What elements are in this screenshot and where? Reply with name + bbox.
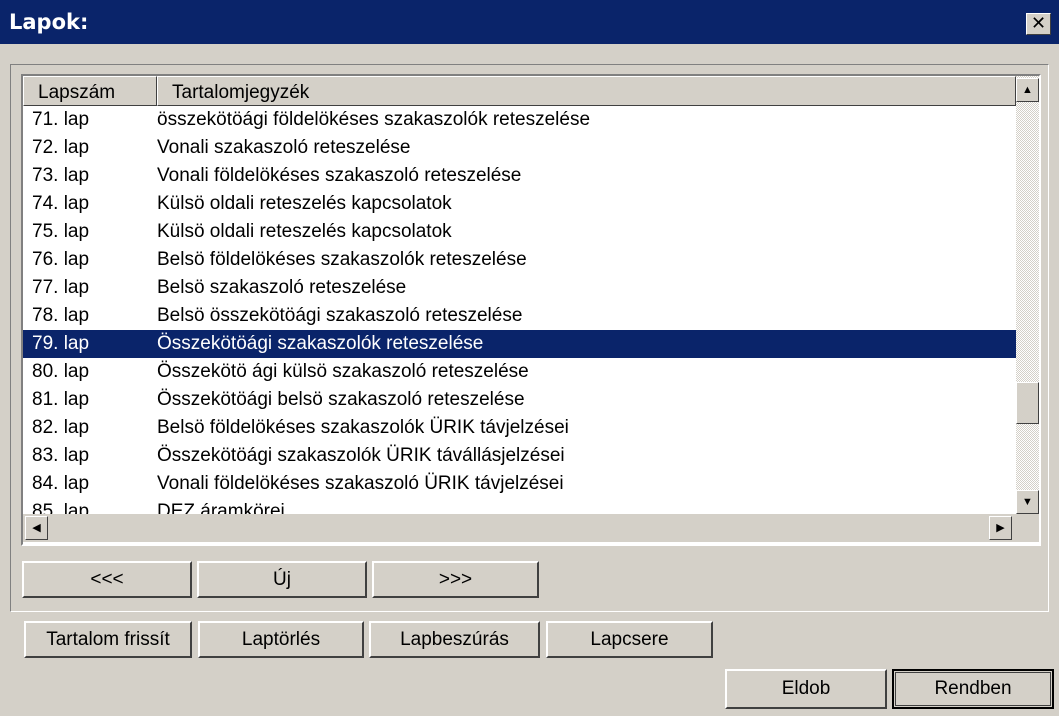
delete-page-button[interactable]: Laptörlés	[198, 621, 364, 658]
list-row[interactable]: 82. lap Belsö földelökéses szakaszolók ÜR…	[23, 414, 1016, 442]
row-content: Összekötöági belsö szakaszoló reteszelés…	[157, 389, 525, 410]
row-page-number: 83. lap	[32, 445, 90, 466]
row-content: Vonali földelökéses szakaszoló reteszelé…	[157, 165, 522, 186]
list-row[interactable]: 73. lap Vonali földelökéses szakaszoló re…	[23, 162, 1016, 190]
scroll-up-button[interactable]: ▲	[1016, 78, 1039, 102]
scroll-right-button[interactable]: ▶	[989, 516, 1012, 540]
row-content: Vonali szakaszoló reteszelése	[157, 137, 411, 158]
row-page-number: 74. lap	[32, 193, 90, 214]
list-row[interactable]: 74. lap Külsö oldali reteszelés kapcsolat…	[23, 190, 1016, 218]
row-page-number: 80. lap	[32, 361, 90, 382]
title-bar: Lapok: ✕	[0, 0, 1059, 44]
row-page-number: 77. lap	[32, 277, 90, 298]
scroll-down-button[interactable]: ▼	[1016, 490, 1039, 514]
list-row[interactable]: 81. lap Összekötöági belsö szakaszoló ret…	[23, 386, 1016, 414]
arrow-left-icon: ◀	[32, 522, 41, 534]
list-row[interactable]: 76. lap Belsö földelökéses szakaszolók re…	[23, 246, 1016, 274]
list-row[interactable]: 83. lap Összekötöági szakaszolók ÜRIK táv…	[23, 442, 1016, 470]
close-icon: ✕	[1030, 13, 1047, 33]
window-title: Lapok:	[9, 10, 89, 34]
next-button[interactable]: >>>	[372, 561, 539, 598]
row-page-number: 78. lap	[32, 305, 90, 326]
row-content: Külsö oldali reteszelés kapcsolatok	[157, 193, 452, 214]
list-rows: 71. lap összekötöági földelökéses szakasz…	[23, 106, 1016, 514]
prev-button[interactable]: <<<	[22, 561, 192, 598]
row-content: Belsö szakaszoló reteszelése	[157, 277, 407, 298]
row-page-number: 81. lap	[32, 389, 90, 410]
row-content: összekötöági földelökéses szakaszolók re…	[157, 109, 591, 130]
pages-list[interactable]: Lapszám Tartalomjegyzék 71. lap összekötö…	[21, 74, 1041, 546]
row-content: Belsö összekötöági szakaszoló reteszelés…	[157, 305, 523, 326]
row-page-number: 71. lap	[32, 109, 90, 130]
row-page-number: 82. lap	[32, 417, 90, 438]
horizontal-scrollbar[interactable]: ◀ ▶	[23, 514, 1016, 542]
scroll-thumb[interactable]	[1016, 382, 1039, 424]
row-content: Külsö oldali reteszelés kapcsolatok	[157, 221, 452, 242]
discard-button[interactable]: Eldob	[725, 669, 887, 709]
row-page-number: 72. lap	[32, 137, 90, 158]
row-content: Összekötö ági külsö szakaszoló reteszelé…	[157, 361, 529, 382]
insert-page-button[interactable]: Lapbeszúrás	[369, 621, 540, 658]
list-row[interactable]: 75. lap Külsö oldali reteszelés kapcsolat…	[23, 218, 1016, 246]
column-header-page-number[interactable]: Lapszám	[23, 76, 157, 106]
list-row[interactable]: 72. lap Vonali szakaszoló reteszelése	[23, 134, 1016, 162]
scroll-corner	[1016, 514, 1039, 542]
arrow-right-icon: ▶	[996, 522, 1005, 534]
refresh-contents-button[interactable]: Tartalom frissít	[24, 621, 192, 658]
list-row[interactable]: 71. lap összekötöági földelökéses szakasz…	[23, 106, 1016, 134]
arrow-down-icon: ▼	[1022, 496, 1033, 508]
swap-page-button[interactable]: Lapcsere	[546, 621, 713, 658]
row-page-number: 75. lap	[32, 221, 90, 242]
new-page-button[interactable]: Új	[197, 561, 367, 598]
row-page-number: 85. lap	[32, 501, 90, 514]
list-row[interactable]: 78. lap Belsö összekötöági szakaszoló ret…	[23, 302, 1016, 330]
list-header: Lapszám Tartalomjegyzék	[23, 76, 1016, 106]
row-page-number: 73. lap	[32, 165, 90, 186]
arrow-up-icon: ▲	[1022, 84, 1033, 96]
list-row[interactable]: 85. lap DEZ áramkörei	[23, 498, 1016, 514]
list-row[interactable]: 80. lap Összekötö ági külsö szakaszoló re…	[23, 358, 1016, 386]
row-content: DEZ áramkörei	[157, 501, 285, 514]
row-content: Belsö földelökéses szakaszolók ÜRIK távj…	[157, 417, 569, 438]
row-page-number: 84. lap	[32, 473, 90, 494]
ok-button[interactable]: Rendben	[892, 669, 1054, 709]
scroll-left-button[interactable]: ◀	[25, 516, 48, 540]
row-content: Vonali földelökéses szakaszoló ÜRIK távj…	[157, 473, 564, 494]
row-page-number: 76. lap	[32, 249, 90, 270]
list-row[interactable]: 84. lap Vonali földelökéses szakaszoló ÜR…	[23, 470, 1016, 498]
close-button[interactable]: ✕	[1026, 13, 1051, 35]
row-page-number: 79. lap	[32, 333, 90, 354]
column-header-contents[interactable]: Tartalomjegyzék	[157, 76, 1016, 106]
list-row-selected[interactable]: 79. lap Összekötöági szakaszolók reteszel…	[23, 330, 1016, 358]
row-content: Belsö földelökéses szakaszolók reteszelé…	[157, 249, 527, 270]
list-row[interactable]: 77. lap Belsö szakaszoló reteszelése	[23, 274, 1016, 302]
row-content: Összekötöági szakaszolók ÜRIK távállásje…	[157, 445, 565, 466]
row-content: Összekötöági szakaszolók reteszelése	[157, 333, 484, 354]
vertical-scrollbar[interactable]: ▲ ▼	[1016, 76, 1039, 514]
